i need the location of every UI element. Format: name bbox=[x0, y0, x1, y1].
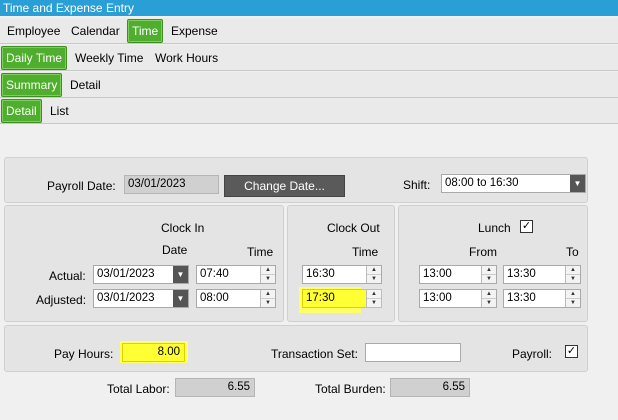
payroll-label: Payroll: bbox=[512, 347, 553, 361]
adjusted-lunch-from-value: 13:00 bbox=[423, 292, 452, 304]
header-panel: Payroll Date: 03/01/2023 Change Date... … bbox=[4, 157, 588, 203]
tab-employee[interactable]: Employee bbox=[3, 21, 64, 41]
footer-panel: Pay Hours: 8.00 Transaction Set: Payroll… bbox=[4, 325, 588, 372]
daily-tabs: Summary Detail bbox=[0, 72, 618, 98]
total-burden-label: Total Burden: bbox=[315, 382, 386, 396]
tab-list[interactable]: List bbox=[46, 101, 73, 121]
transaction-set-field[interactable] bbox=[365, 343, 461, 362]
actual-lunch-to-value: 13:30 bbox=[507, 268, 536, 280]
adjusted-in-date-field[interactable]: 03/01/2023 ▼ bbox=[93, 289, 189, 308]
payroll-checkbox[interactable]: ✓ bbox=[565, 345, 578, 358]
tab-weekly-time[interactable]: Weekly Time bbox=[71, 48, 147, 68]
lunch-panel: Lunch ✓ From To 13:00 ▲ ▼ 13:30 ▲ ▼ 13:00 … bbox=[398, 205, 588, 322]
spinner-icon[interactable]: ▲ ▼ bbox=[565, 266, 580, 283]
adjusted-out-time-field[interactable]: 17:30 ▲ ▼ bbox=[302, 289, 382, 308]
pay-hours-field[interactable]: 8.00 bbox=[122, 343, 185, 362]
spinner-icon[interactable]: ▲ ▼ bbox=[481, 290, 496, 307]
actual-out-time-field[interactable]: 16:30 ▲ ▼ bbox=[302, 265, 382, 284]
checkmark-icon: ✓ bbox=[521, 220, 532, 232]
adjusted-lunch-from-field[interactable]: 13:00 ▲ ▼ bbox=[419, 289, 497, 308]
actual-lunch-from-value: 13:00 bbox=[423, 268, 452, 280]
tab-detail[interactable]: Detail bbox=[66, 75, 105, 95]
main-tabs: Employee Calendar Time Expense bbox=[0, 18, 618, 44]
tab-summary[interactable]: Summary bbox=[1, 73, 63, 97]
lunch-to-header: To bbox=[566, 245, 579, 259]
transaction-set-label: Transaction Set: bbox=[271, 347, 358, 361]
checkmark-icon: ✓ bbox=[566, 345, 577, 357]
lunch-title: Lunch bbox=[478, 221, 511, 235]
actual-lunch-from-field[interactable]: 13:00 ▲ ▼ bbox=[419, 265, 497, 284]
actual-in-time-field[interactable]: 07:40 ▲ ▼ bbox=[196, 265, 276, 284]
lunch-from-header: From bbox=[469, 245, 497, 259]
payroll-date-field: 03/01/2023 bbox=[124, 175, 219, 194]
clock-out-title: Clock Out bbox=[327, 221, 380, 235]
tab-daily-time[interactable]: Daily Time bbox=[1, 46, 68, 70]
adjusted-lunch-to-field[interactable]: 13:30 ▲ ▼ bbox=[503, 289, 581, 308]
shift-select[interactable]: 08:00 to 16:30 ▼ bbox=[441, 174, 586, 193]
change-date-button[interactable]: Change Date... bbox=[224, 175, 345, 197]
clock-in-time-header: Time bbox=[247, 245, 274, 259]
spinner-icon[interactable]: ▲ ▼ bbox=[260, 266, 275, 283]
shift-label: Shift: bbox=[403, 178, 431, 192]
adjusted-in-time-field[interactable]: 08:00 ▲ ▼ bbox=[196, 289, 276, 308]
actual-lunch-to-field[interactable]: 13:30 ▲ ▼ bbox=[503, 265, 581, 284]
summary-tabs: Detail List bbox=[0, 98, 618, 124]
adjusted-out-time-value: 17:30 bbox=[306, 292, 335, 304]
adjusted-in-time-value: 08:00 bbox=[200, 292, 229, 304]
adjusted-in-date-value: 03/01/2023 bbox=[97, 292, 155, 304]
actual-out-time-value: 16:30 bbox=[306, 268, 335, 280]
clock-in-title: Clock In bbox=[161, 221, 205, 235]
spinner-icon[interactable]: ▲ ▼ bbox=[260, 290, 275, 307]
tab-calendar[interactable]: Calendar bbox=[67, 21, 124, 41]
total-burden-field: 6.55 bbox=[390, 378, 470, 397]
actual-in-time-value: 07:40 bbox=[200, 268, 229, 280]
total-labor-field: 6.55 bbox=[175, 378, 255, 397]
adjusted-label: Adjusted: bbox=[36, 293, 87, 307]
tab-detail-view[interactable]: Detail bbox=[1, 99, 42, 123]
total-labor-label: Total Labor: bbox=[107, 382, 170, 396]
tab-time[interactable]: Time bbox=[127, 19, 164, 43]
actual-in-date-field[interactable]: 03/01/2023 ▼ bbox=[93, 265, 189, 284]
actual-label: Actual: bbox=[49, 269, 86, 283]
spinner-icon[interactable]: ▲ ▼ bbox=[366, 290, 381, 307]
adjusted-lunch-to-value: 13:30 bbox=[507, 292, 536, 304]
chevron-down-icon[interactable]: ▼ bbox=[173, 290, 188, 307]
spinner-icon[interactable]: ▲ ▼ bbox=[481, 266, 496, 283]
window-title: Time and Expense Entry bbox=[0, 0, 618, 16]
clock-in-panel: Clock In Date Time Actual: Adjusted: 03/… bbox=[4, 205, 284, 322]
actual-in-date-value: 03/01/2023 bbox=[97, 268, 155, 280]
spinner-icon[interactable]: ▲ ▼ bbox=[565, 290, 580, 307]
spinner-icon[interactable]: ▲ ▼ bbox=[366, 266, 381, 283]
payroll-date-label: Payroll Date: bbox=[47, 179, 116, 193]
clock-out-panel: Clock Out Time 16:30 ▲ ▼ 17:30 ▲ ▼ bbox=[287, 205, 395, 322]
chevron-down-icon[interactable]: ▼ bbox=[570, 175, 585, 192]
tab-expense[interactable]: Expense bbox=[167, 21, 222, 41]
shift-value: 08:00 to 16:30 bbox=[445, 177, 519, 189]
lunch-checkbox[interactable]: ✓ bbox=[520, 220, 533, 233]
pay-hours-label: Pay Hours: bbox=[54, 347, 114, 361]
tab-work-hours[interactable]: Work Hours bbox=[151, 48, 222, 68]
chevron-down-icon[interactable]: ▼ bbox=[173, 266, 188, 283]
time-tabs: Daily Time Weekly Time Work Hours bbox=[0, 45, 618, 71]
clock-in-date-header: Date bbox=[162, 243, 188, 257]
clock-out-time-header: Time bbox=[352, 245, 379, 259]
